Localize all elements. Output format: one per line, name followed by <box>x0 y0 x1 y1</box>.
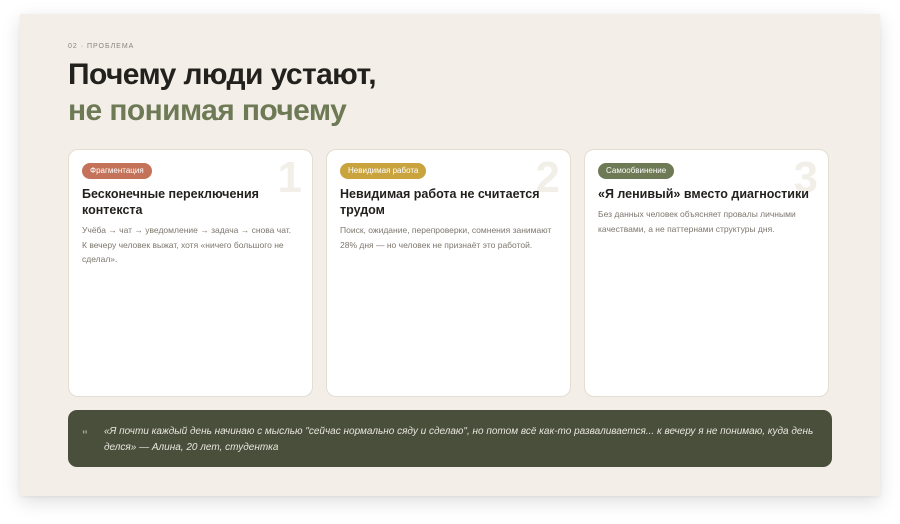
page-title-line2: не понимая почему <box>68 94 347 127</box>
card-badge: Фрагментация <box>82 163 152 179</box>
card-badge: Невидимая работа <box>340 163 427 179</box>
card-badge: Самообвинение <box>598 163 675 179</box>
card-text: Поиск, ожидание, перепроверки, сомнения … <box>340 225 552 250</box>
problem-card-3: 3 Самообвинение «Я ленивый» вместо диагн… <box>584 149 829 397</box>
card-title: Невидимая работа не считается трудом <box>340 187 540 217</box>
quote-mark-icon: " <box>82 428 88 442</box>
card-text: Без данных человек объясняет провалы лич… <box>598 209 796 234</box>
card-text: Учёба → чат → уведомление → задача → сно… <box>82 225 292 264</box>
card-title: Бесконечные переключения контекста <box>82 187 259 217</box>
card-title: «Я ленивый» вместо диагностики <box>598 187 809 201</box>
problem-card-2: 2 Невидимая работа Невидимая работа не с… <box>326 149 571 397</box>
user-quote: " «Я почти каждый день начинаю с мыслью … <box>68 410 832 467</box>
quote-text: «Я почти каждый день начинаю с мыслью "с… <box>104 426 814 453</box>
page-title-line1: Почему люди устают, <box>68 58 377 91</box>
problem-card-1: 1 Фрагментация Бесконечные переключения … <box>68 149 313 397</box>
section-eyebrow: 02 · ПРОБЛЕМА <box>68 43 135 50</box>
slide: 02 · ПРОБЛЕМА Почему люди устают, не пон… <box>20 14 880 496</box>
